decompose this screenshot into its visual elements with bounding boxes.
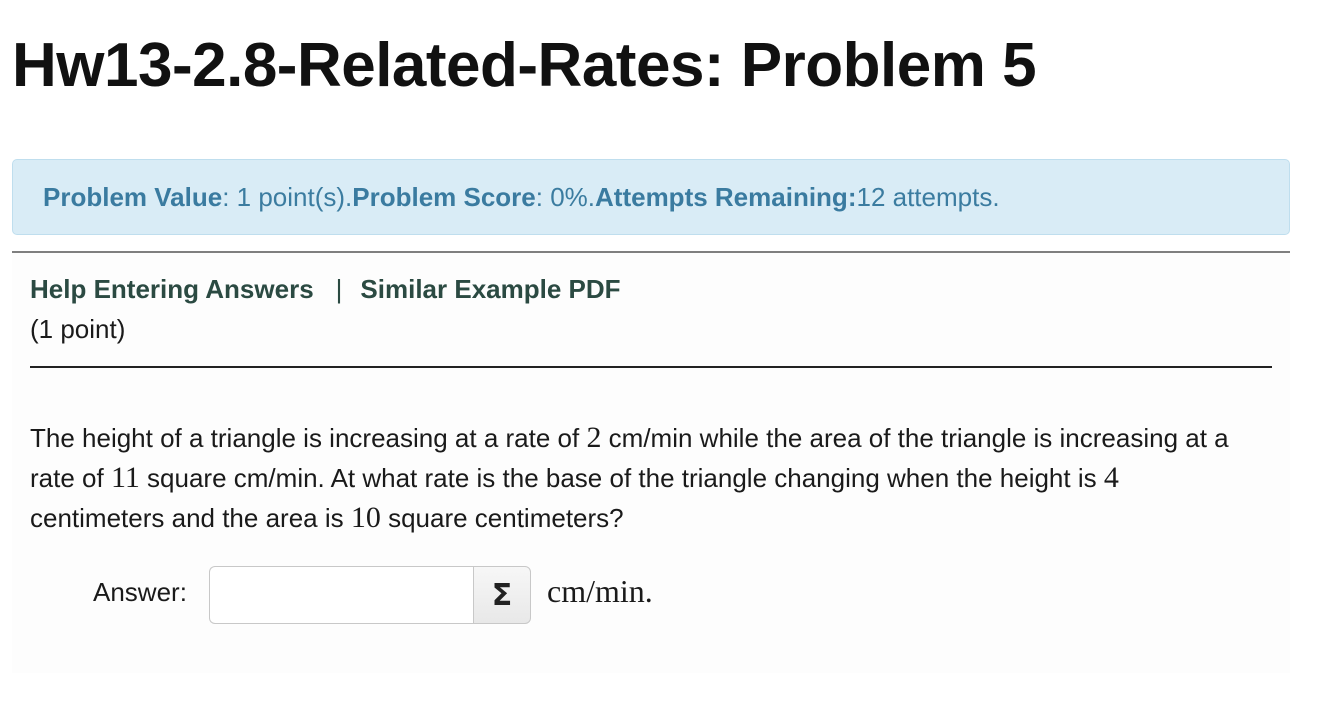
problem-links: Help Entering Answers | Similar Example PD… <box>30 274 621 305</box>
problem-value-label: Problem Value <box>43 181 223 212</box>
problem-score-label: Problem Score <box>352 181 536 212</box>
problem-info-banner: Problem Value: 1 point(s). Problem Score… <box>12 159 1290 235</box>
sigma-icon: Σ <box>491 577 513 613</box>
equation-editor-button[interactable]: Σ <box>473 566 531 624</box>
answer-input[interactable] <box>209 566 474 624</box>
problem-points: (1 point) <box>30 314 126 344</box>
attempts-remaining-text: 12 attempts. <box>856 181 1000 212</box>
area-value: 10 <box>350 501 381 534</box>
answer-label: Answer: <box>93 577 187 607</box>
answer-unit: cm/min. <box>547 573 653 609</box>
similar-example-pdf-link[interactable]: Similar Example PDF <box>360 274 620 304</box>
link-separator: | <box>335 274 343 304</box>
problem-divider <box>30 366 1272 368</box>
height-value: 4 <box>1103 461 1119 494</box>
problem-statement: The height of a triangle is increasing a… <box>30 421 1229 534</box>
problem-value-text: : 1 point(s). <box>222 181 353 212</box>
page-title: Hw13-2.8-Related-Rates: Problem 5 <box>12 31 1037 100</box>
area-rate-value: 11 <box>110 461 140 494</box>
height-rate-value: 2 <box>586 421 602 454</box>
attempts-remaining-label: Attempts Remaining: <box>595 181 857 212</box>
help-entering-answers-link[interactable]: Help Entering Answers <box>30 274 314 304</box>
problem-score-text: : 0%. <box>535 181 596 212</box>
